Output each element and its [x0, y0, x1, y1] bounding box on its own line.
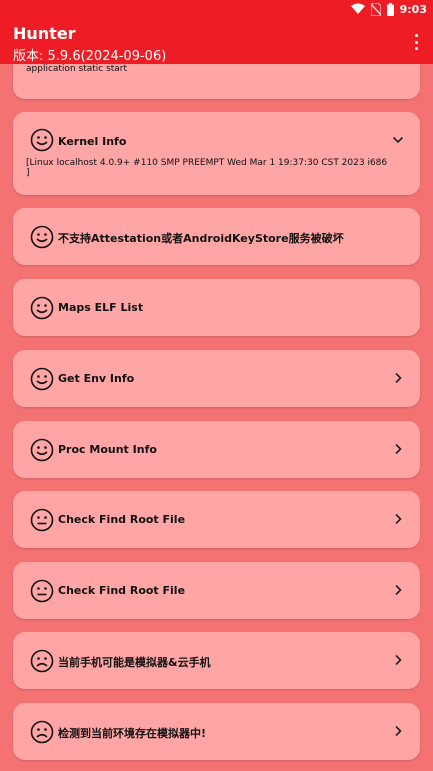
- overflow-menu-icon[interactable]: [409, 32, 423, 52]
- card-title: Check Find Root File: [58, 513, 186, 526]
- card-title: Maps ELF List: [58, 301, 144, 314]
- info-list: application static start Kernel Info [Li…: [0, 64, 433, 771]
- sim-off-icon: [370, 2, 381, 16]
- app-bar: Hunter 版本: 5.9.6(2024-09-06): [0, 18, 433, 64]
- app-title: Hunter: [13, 24, 76, 43]
- card-title: 不支持Attestation或者AndroidKeyStore服务被破坏: [58, 232, 344, 245]
- card-check-find-root-file[interactable]: Check Find Root File: [13, 491, 420, 548]
- card-title: Kernel Info: [58, 135, 127, 148]
- smiley-face-icon: [30, 225, 54, 249]
- card-title: Check Find Root File: [58, 584, 186, 597]
- status-time: 9:03: [399, 2, 427, 16]
- card-title: Proc Mount Info: [58, 443, 157, 456]
- wifi-icon: [350, 3, 365, 14]
- chevron-right-icon[interactable]: [392, 372, 404, 384]
- sad-face-icon: [30, 720, 54, 744]
- card-kernel-info[interactable]: Kernel Info [Linux localhost 4.0.9+ #110…: [13, 112, 420, 195]
- card-body: application static start: [26, 64, 128, 74]
- card-application-static[interactable]: application static start: [13, 64, 420, 99]
- chevron-right-icon[interactable]: [392, 443, 404, 455]
- card-emulator-cloud-phone[interactable]: 当前手机可能是模拟器&云手机: [13, 632, 420, 689]
- neutral-face-icon: [30, 579, 54, 603]
- card-title: Get Env Info: [58, 372, 135, 385]
- card-attestation[interactable]: 不支持Attestation或者AndroidKeyStore服务被破坏: [13, 208, 420, 265]
- chevron-right-icon[interactable]: [392, 725, 404, 737]
- card-title: 当前手机可能是模拟器&云手机: [58, 656, 211, 669]
- sad-face-icon: [30, 649, 54, 673]
- card-emulator-detected[interactable]: 检测到当前环境存在模拟器中!: [13, 703, 420, 760]
- chevron-down-icon[interactable]: [392, 134, 404, 146]
- battery-icon: [386, 2, 394, 16]
- chevron-right-icon[interactable]: [392, 513, 404, 525]
- card-body: [Linux localhost 4.0.9+ #110 SMP PREEMPT…: [26, 158, 388, 178]
- smiley-face-icon: [30, 296, 54, 320]
- status-icons: 9:03: [350, 2, 427, 16]
- card-check-find-root-file-2[interactable]: Check Find Root File: [13, 562, 420, 619]
- status-bar: 9:03: [0, 0, 433, 18]
- neutral-face-icon: [30, 508, 54, 532]
- card-get-env-info[interactable]: Get Env Info: [13, 350, 420, 407]
- smiley-face-icon: [30, 128, 54, 152]
- card-title: 检测到当前环境存在模拟器中!: [58, 727, 207, 740]
- card-proc-mount-info[interactable]: Proc Mount Info: [13, 421, 420, 478]
- card-maps-elf-list[interactable]: Maps ELF List: [13, 279, 420, 336]
- app-version: 版本: 5.9.6(2024-09-06): [13, 49, 167, 64]
- smiley-face-icon: [30, 438, 54, 462]
- smiley-face-icon: [30, 367, 54, 391]
- chevron-right-icon[interactable]: [392, 584, 404, 596]
- chevron-right-icon[interactable]: [392, 654, 404, 666]
